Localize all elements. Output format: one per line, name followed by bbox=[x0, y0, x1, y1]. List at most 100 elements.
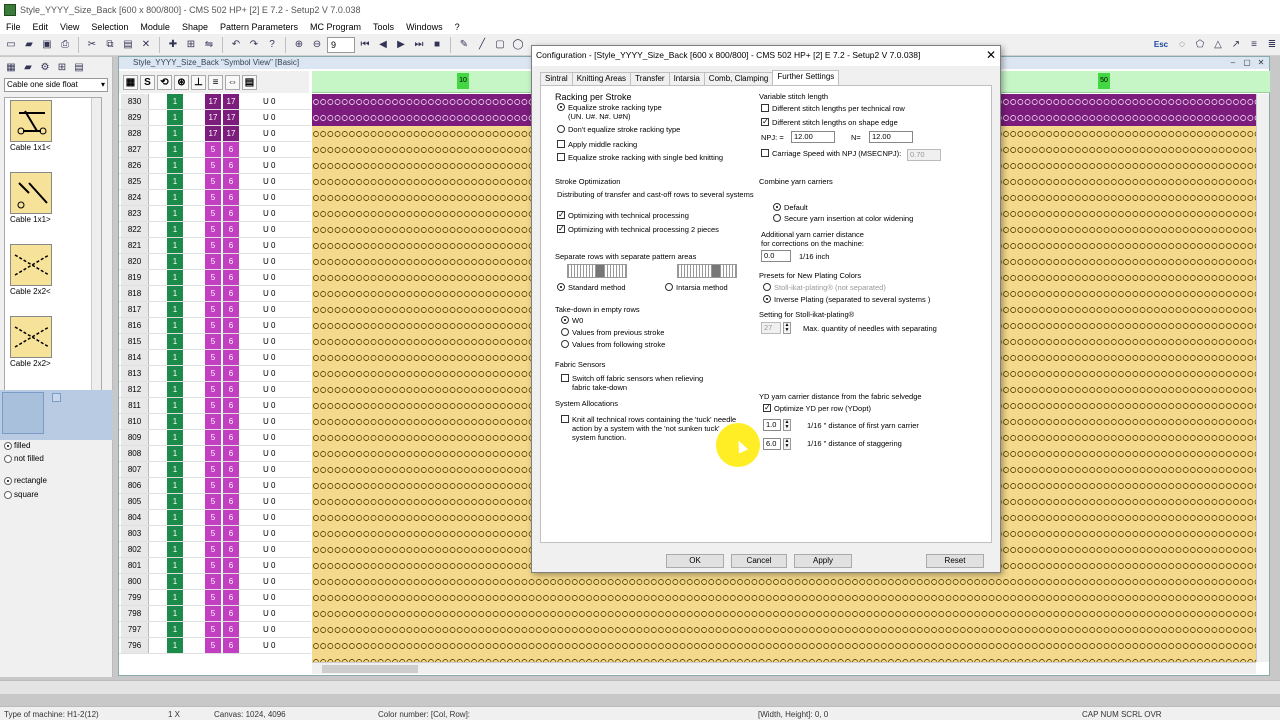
yd-staggering-input[interactable]: 6.0 bbox=[763, 438, 781, 450]
module-item[interactable]: Cable 1x1< bbox=[10, 100, 90, 152]
zoom-select[interactable]: 9 bbox=[327, 36, 355, 53]
table-row[interactable]: 797 1 5 6 U 0 bbox=[119, 622, 311, 638]
table-row[interactable]: 796 1 5 6 U 0 bbox=[119, 638, 311, 654]
table-row[interactable]: 811 1 5 6 U 0 bbox=[119, 398, 311, 414]
column-header-button[interactable]: ⇔ bbox=[225, 74, 240, 90]
n-input[interactable]: 12.00 bbox=[869, 131, 913, 143]
insert-icon[interactable]: ✚ bbox=[165, 37, 181, 53]
menu-item[interactable]: Edit bbox=[27, 22, 55, 32]
shape-icon[interactable]: ⬠ bbox=[1192, 37, 1208, 53]
table-row[interactable]: 825 1 5 6 U 0 bbox=[119, 174, 311, 190]
tab-knitting-areas[interactable]: Knitting Areas bbox=[571, 72, 632, 86]
triangle-icon[interactable]: △ bbox=[1210, 37, 1226, 53]
table-row[interactable]: 819 1 5 6 U 0 bbox=[119, 270, 311, 286]
ikat-spin-button[interactable]: ▲ ▼ bbox=[783, 322, 791, 334]
table-row[interactable]: 829 1 17 17 U 0 bbox=[119, 110, 311, 126]
radio-stoll-ikat[interactable]: Stoll-ikat-plating® (not separated) bbox=[763, 283, 886, 292]
table-row[interactable]: 815 1 5 6 U 0 bbox=[119, 334, 311, 350]
checkbox-fabric-sensors[interactable]: Switch off fabric sensors when relieving… bbox=[561, 374, 721, 392]
radio-intarsia-method[interactable]: Intarsia method bbox=[665, 283, 728, 292]
copy-icon[interactable]: ⧉ bbox=[102, 37, 118, 53]
cancel-button[interactable]: Cancel bbox=[731, 554, 787, 568]
table-row[interactable]: 826 1 5 6 U 0 bbox=[119, 158, 311, 174]
radio-not-filled[interactable]: not filled bbox=[4, 454, 44, 463]
table-row[interactable]: 807 1 5 6 U 0 bbox=[119, 462, 311, 478]
cut-icon[interactable]: ✂ bbox=[84, 37, 100, 53]
radio-previous-stroke[interactable]: Values from previous stroke bbox=[561, 328, 664, 337]
menu-item[interactable]: Shape bbox=[176, 22, 214, 32]
line-icon[interactable]: ╱ bbox=[474, 37, 490, 53]
menu-item[interactable]: Windows bbox=[400, 22, 449, 32]
column-header-button[interactable]: ≡ bbox=[208, 74, 223, 90]
esc-button[interactable]: Esc bbox=[1150, 37, 1172, 53]
module-list-icon[interactable]: ▤ bbox=[72, 60, 86, 74]
column-header-button[interactable]: ⟲ bbox=[157, 74, 172, 90]
next-icon[interactable]: ▶ bbox=[393, 37, 409, 53]
menu-item[interactable]: File bbox=[0, 22, 27, 32]
menu-item[interactable]: Selection bbox=[85, 22, 134, 32]
ok-button[interactable]: OK bbox=[666, 554, 724, 568]
table-row[interactable]: 802 1 5 6 U 0 bbox=[119, 542, 311, 558]
module-item[interactable]: Cable 2x2> bbox=[10, 316, 90, 368]
apply-button[interactable]: Apply bbox=[794, 554, 852, 568]
undo-icon[interactable]: ↶ bbox=[228, 37, 244, 53]
checkbox-optimizing-2[interactable]: Optimizing with technical processing 2 p… bbox=[557, 224, 719, 234]
radio-secure-insertion[interactable]: Secure yarn insertion at color widening bbox=[773, 214, 913, 223]
menu-item[interactable]: View bbox=[54, 22, 85, 32]
yd-staggering-spin[interactable]: ▲ ▼ bbox=[783, 438, 791, 450]
carriage-speed-select[interactable]: 0.70 bbox=[907, 149, 941, 161]
radio-inverse-plating[interactable]: Inverse Plating (separated to several sy… bbox=[763, 295, 930, 304]
radio-filled[interactable]: filled bbox=[4, 441, 30, 450]
bubble-icon[interactable]: ◌ bbox=[1174, 37, 1190, 53]
table-row[interactable]: 818 1 5 6 U 0 bbox=[119, 286, 311, 302]
tab-intarsia[interactable]: Intarsia bbox=[668, 72, 705, 86]
table-row[interactable]: 812 1 5 6 U 0 bbox=[119, 382, 311, 398]
redo-icon[interactable]: ↷ bbox=[246, 37, 262, 53]
help-icon[interactable]: ? bbox=[264, 37, 280, 53]
preview-checkbox[interactable] bbox=[52, 393, 61, 402]
zoom-out-icon[interactable]: ⊖ bbox=[309, 37, 325, 53]
table-row[interactable]: 808 1 5 6 U 0 bbox=[119, 446, 311, 462]
table-row[interactable]: 804 1 5 6 U 0 bbox=[119, 510, 311, 526]
menu-item[interactable]: Tools bbox=[367, 22, 400, 32]
tab-sintral[interactable]: Sintral bbox=[540, 72, 573, 86]
dialog-close-button[interactable]: ✕ bbox=[986, 48, 996, 62]
new-file-icon[interactable]: ▭ bbox=[3, 37, 19, 53]
table-row[interactable]: 822 1 5 6 U 0 bbox=[119, 222, 311, 238]
table-row[interactable]: 823 1 5 6 U 0 bbox=[119, 206, 311, 222]
pattern-vscrollbar[interactable] bbox=[1256, 94, 1269, 662]
radio-rectangle[interactable]: rectangle bbox=[4, 476, 47, 485]
mirror-icon[interactable]: ⇋ bbox=[201, 37, 217, 53]
checkbox-middle-racking[interactable]: Apply middle racking bbox=[557, 140, 637, 149]
close-button[interactable]: ✕ bbox=[1255, 58, 1267, 68]
pattern-hscrollbar[interactable] bbox=[312, 662, 1256, 674]
module-item[interactable]: Cable 1x1> bbox=[10, 172, 90, 224]
module-folder-icon[interactable]: ▰ bbox=[21, 60, 35, 74]
module-category-select[interactable]: Cable one side float ▾ bbox=[4, 78, 108, 92]
table-row[interactable]: 820 1 5 6 U 0 bbox=[119, 254, 311, 270]
table-row[interactable]: 828 1 17 17 U 0 bbox=[119, 126, 311, 142]
scroll-thumb[interactable] bbox=[322, 665, 418, 673]
zoom-in-icon[interactable]: ⊕ bbox=[291, 37, 307, 53]
radio-default[interactable]: Default bbox=[773, 203, 808, 212]
table-row[interactable]: 798 1 5 6 U 0 bbox=[119, 606, 311, 622]
table-row[interactable]: 799 1 5 6 U 0 bbox=[119, 590, 311, 606]
radio-equalize-racking[interactable]: Equalize stroke racking type (UN. U#. N#.… bbox=[557, 103, 662, 121]
module-item[interactable]: Cable 2x2< bbox=[10, 244, 90, 296]
rect-icon[interactable]: ▢ bbox=[492, 37, 508, 53]
table-row[interactable]: 814 1 5 6 U 0 bbox=[119, 350, 311, 366]
prev-icon[interactable]: ◀ bbox=[375, 37, 391, 53]
more-icon[interactable]: ≣ bbox=[1264, 37, 1280, 53]
table-row[interactable]: 816 1 5 6 U 0 bbox=[119, 318, 311, 334]
table-row[interactable]: 830 1 17 17 U 0 bbox=[119, 94, 311, 110]
npj-input[interactable]: 12.00 bbox=[791, 131, 835, 143]
column-header-button[interactable]: ⊛ bbox=[174, 74, 189, 90]
delete-icon[interactable]: ✕ bbox=[138, 37, 154, 53]
module-settings-icon[interactable]: ⚙ bbox=[38, 60, 52, 74]
main-hscrollbar[interactable] bbox=[0, 680, 1280, 694]
yd-first-spin[interactable]: ▲ ▼ bbox=[783, 419, 791, 431]
pencil-icon[interactable]: ✎ bbox=[456, 37, 472, 53]
checkbox-optimizing-1[interactable]: Optimizing with technical processing bbox=[557, 210, 689, 220]
menu-item[interactable]: Module bbox=[134, 22, 176, 32]
radio-dont-equalize[interactable]: Don't equalize stroke racking type bbox=[557, 125, 680, 134]
